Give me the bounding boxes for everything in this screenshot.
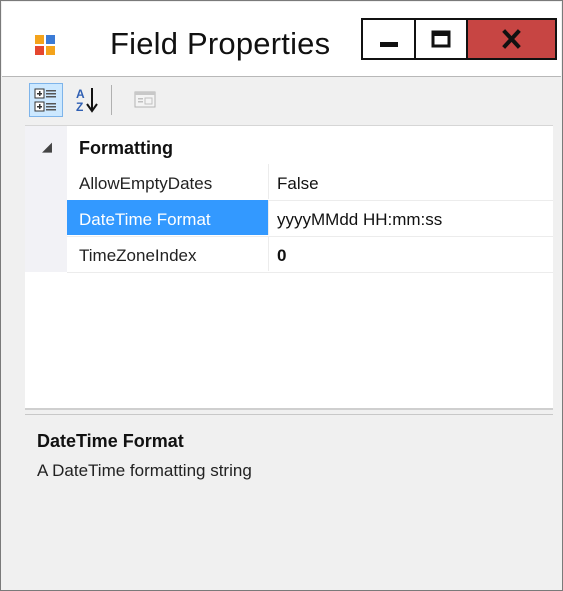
sort-az-icon: A Z [76, 87, 98, 114]
toolbar: A Z [25, 77, 553, 126]
alphabetical-sort-button[interactable]: A Z [69, 83, 103, 117]
sort-z-glyph: Z [76, 100, 83, 114]
categorized-view-button[interactable] [29, 83, 63, 117]
field-properties-window: Field Properties A Z ◢ Formatting AllowE… [0, 0, 563, 591]
collapse-icon[interactable]: ◢ [42, 139, 52, 155]
property-name[interactable]: TimeZoneIndex [67, 236, 269, 271]
property-grid[interactable]: ◢ Formatting AllowEmptyDates False DateT… [25, 126, 553, 410]
app-icon [35, 35, 55, 55]
toolbar-separator [111, 85, 112, 115]
maximize-button[interactable] [416, 18, 468, 60]
property-pages-button[interactable] [129, 83, 163, 117]
window-title: Field Properties [110, 26, 331, 61]
close-button[interactable] [468, 18, 557, 60]
property-name-selected[interactable]: DateTime Format [67, 200, 269, 235]
sort-a-glyph: A [76, 87, 85, 101]
description-title: DateTime Format [37, 431, 184, 451]
property-name[interactable]: AllowEmptyDates [67, 164, 269, 199]
property-value[interactable]: yyyyMMdd HH:mm:ss [277, 210, 442, 230]
minimize-icon [380, 42, 398, 47]
property-row-allowemptydates[interactable]: AllowEmptyDates False [67, 164, 553, 201]
categorized-icon [34, 88, 56, 112]
close-icon [502, 29, 521, 49]
property-row-datetime-format[interactable]: DateTime Format yyyyMMdd HH:mm:ss [67, 200, 553, 237]
category-label: Formatting [79, 138, 173, 158]
maximize-icon [431, 30, 451, 48]
minimize-button[interactable] [361, 18, 416, 60]
description-pane: DateTime Format A DateTime formatting st… [25, 414, 553, 585]
title-bar[interactable]: Field Properties [2, 2, 561, 77]
property-value[interactable]: 0 [277, 246, 286, 266]
property-row-timezoneindex[interactable]: TimeZoneIndex 0 [67, 236, 553, 273]
category-formatting[interactable]: ◢ Formatting [25, 130, 553, 164]
description-text: A DateTime formatting string [37, 461, 252, 480]
property-pages-icon [134, 91, 156, 108]
property-value[interactable]: False [277, 174, 319, 194]
